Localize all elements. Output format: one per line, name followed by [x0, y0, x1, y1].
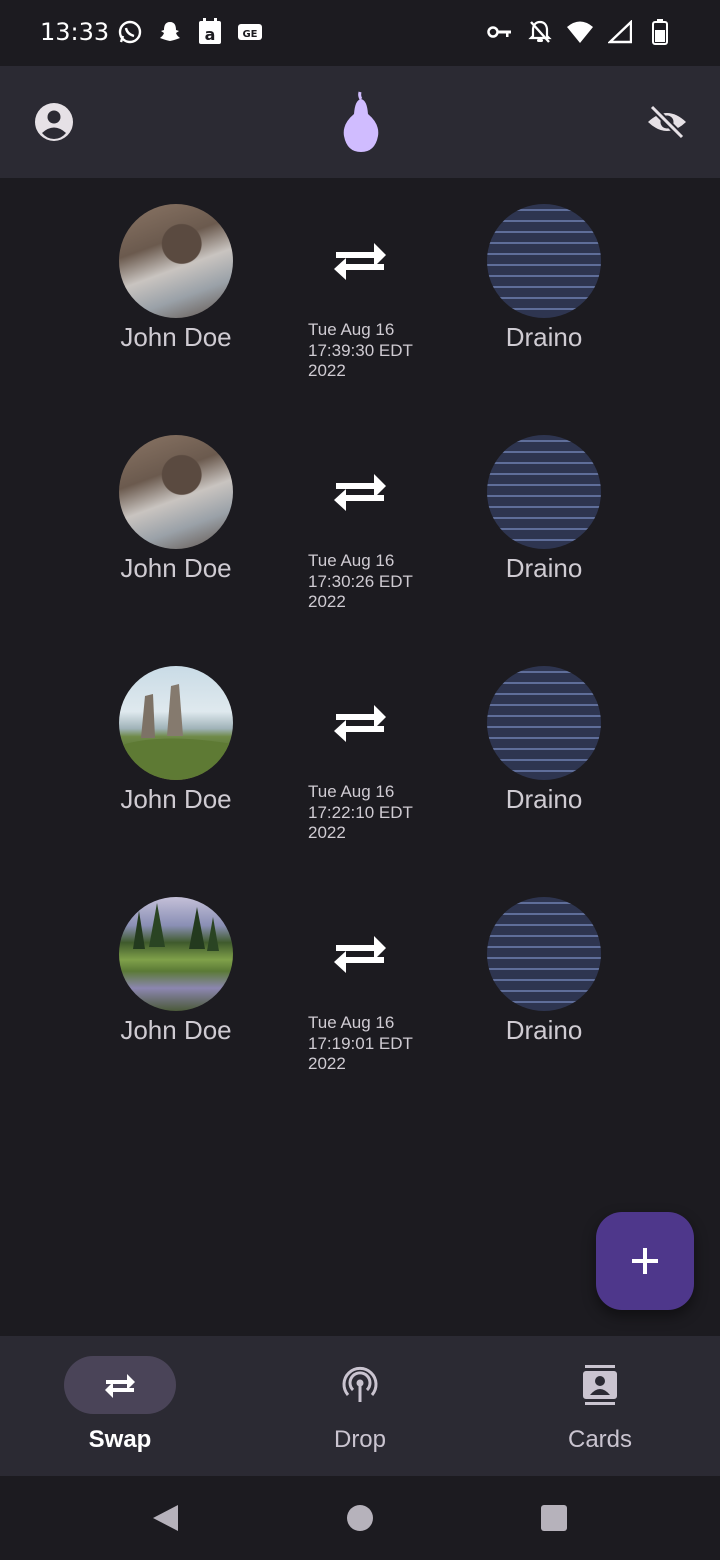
contact-avatar — [487, 666, 601, 780]
user-name: John Doe — [120, 1015, 232, 1045]
pear-logo-icon — [338, 90, 384, 154]
recents-icon[interactable] — [538, 1502, 570, 1534]
nav-active-indicator — [64, 1356, 176, 1414]
swap-horiz-icon — [332, 931, 388, 975]
amazon-icon: a — [196, 18, 224, 46]
top-app-bar — [0, 66, 720, 178]
contact-name: Draino — [505, 1015, 583, 1045]
nav-item-swap[interactable]: Swap — [40, 1356, 200, 1466]
contact-avatar — [487, 897, 601, 1011]
status-system-icons — [486, 18, 674, 46]
swap-row[interactable]: John Doe Tue Aug 16 17:22:10 EDT 2022 Dr… — [0, 640, 720, 871]
battery-icon — [646, 18, 674, 46]
nav-label-cards: Cards — [567, 1426, 633, 1453]
contact-avatar — [487, 435, 601, 549]
add-icon — [632, 1248, 658, 1274]
snapchat-icon — [156, 18, 184, 46]
nav-item-drop[interactable]: Drop — [280, 1356, 440, 1466]
status-notification-icons: a GE — [116, 18, 264, 46]
user-avatar — [119, 204, 233, 318]
whatsapp-icon — [116, 18, 144, 46]
system-navigation-bar — [0, 1476, 720, 1560]
user-avatar — [119, 666, 233, 780]
contact-avatar — [487, 204, 601, 318]
contact-name: Draino — [505, 784, 583, 814]
nav-item-cards[interactable]: Cards — [520, 1356, 680, 1466]
user-avatar — [119, 435, 233, 549]
signal-icon — [606, 18, 634, 46]
nav-icon-wrap — [304, 1356, 416, 1414]
svg-text:a: a — [205, 25, 216, 44]
swap-timestamp: Tue Aug 16 17:39:30 EDT 2022 — [308, 320, 413, 380]
nav-label-swap: Swap — [88, 1426, 152, 1453]
user-name: John Doe — [120, 784, 232, 814]
visibility-off-icon[interactable] — [646, 102, 688, 142]
swap-row[interactable]: John Doe Tue Aug 16 17:19:01 EDT 2022 Dr… — [0, 871, 720, 1102]
swap-row[interactable]: John Doe Tue Aug 16 17:39:30 EDT 2022 Dr… — [0, 178, 720, 409]
home-icon[interactable] — [344, 1502, 376, 1534]
contact-name: Draino — [505, 322, 583, 352]
user-name: John Doe — [120, 553, 232, 583]
swap-horiz-icon — [332, 700, 388, 744]
swap-horiz-icon — [332, 238, 388, 282]
contacts-icon — [583, 1365, 617, 1405]
broadcast-icon — [342, 1366, 378, 1402]
back-icon[interactable] — [150, 1502, 182, 1534]
bottom-navigation: Swap Drop Cards — [0, 1336, 720, 1476]
svg-text:GE: GE — [242, 29, 257, 40]
swap-timestamp: Tue Aug 16 17:30:26 EDT 2022 — [308, 551, 413, 611]
user-avatar — [119, 897, 233, 1011]
nav-icon-wrap — [544, 1356, 656, 1414]
gmail-icon: GE — [236, 18, 264, 46]
add-swap-fab[interactable] — [596, 1212, 694, 1310]
status-bar: 13:33 a GE — [0, 0, 720, 66]
swap-horiz-icon — [105, 1374, 135, 1398]
vpn-key-icon — [486, 18, 514, 46]
swap-timestamp: Tue Aug 16 17:19:01 EDT 2022 — [308, 1013, 413, 1073]
swap-row[interactable]: John Doe Tue Aug 16 17:30:26 EDT 2022 Dr… — [0, 409, 720, 640]
user-name: John Doe — [120, 322, 232, 352]
account-circle-icon[interactable] — [34, 102, 74, 142]
swap-timestamp: Tue Aug 16 17:22:10 EDT 2022 — [308, 782, 413, 842]
notifications-off-icon — [526, 18, 554, 46]
contact-name: Draino — [505, 553, 583, 583]
swap-horiz-icon — [332, 469, 388, 513]
status-time: 13:33 — [40, 18, 110, 46]
wifi-icon — [566, 18, 594, 46]
nav-label-drop: Drop — [333, 1426, 387, 1453]
